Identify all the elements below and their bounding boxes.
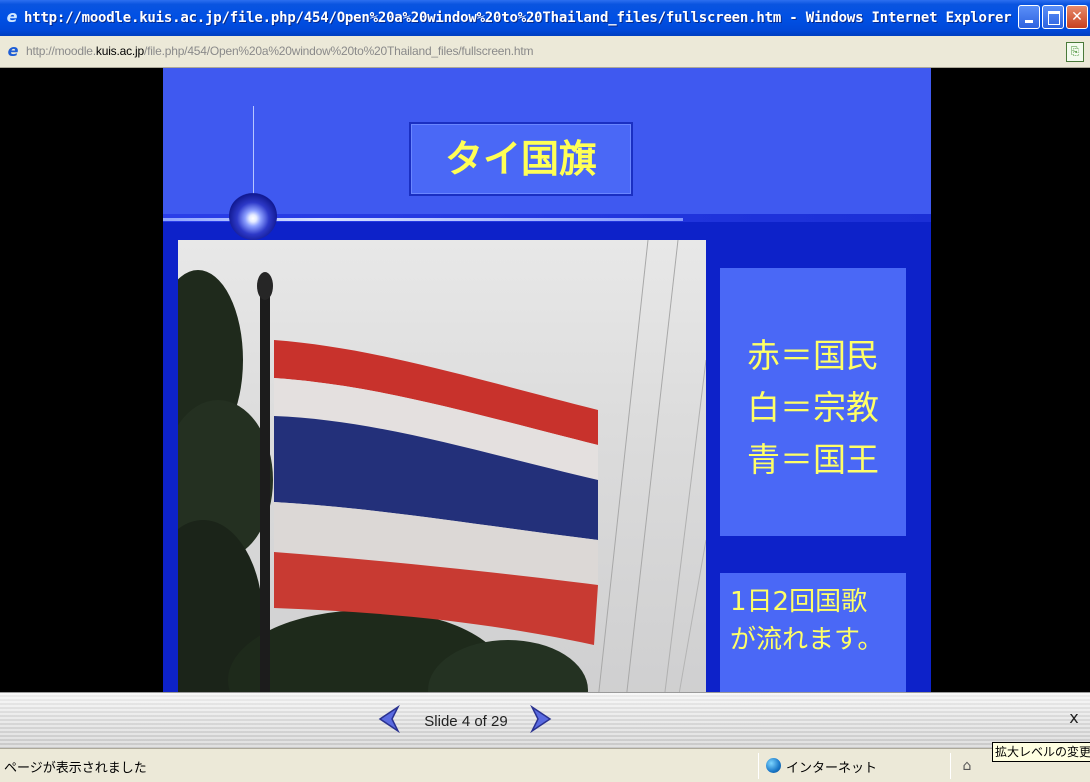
window-title: http://moodle.kuis.ac.jp/file.php/454/Op…	[24, 10, 1012, 26]
decor-glow-orb	[229, 192, 277, 240]
url-path: /file.php/454/Open%20a%20window%20to%20T…	[143, 44, 534, 58]
close-icon: ✕	[1071, 9, 1083, 25]
slide-counter: Slide 4 of 29	[424, 713, 508, 730]
zoom-level-tooltip: 拡大レベルの変更	[992, 742, 1090, 762]
minimize-button[interactable]	[1018, 5, 1040, 29]
flag-meaning-panel: 赤＝国民 白＝宗教 青＝国王	[720, 268, 906, 536]
slide: タイ国旗 赤＝国民 白＝宗教 青＝国王 1日2回国歌 が流れます。	[163, 68, 931, 692]
maximize-icon	[1043, 6, 1063, 28]
page-ie-icon: e	[7, 41, 19, 60]
minimize-icon	[1019, 6, 1039, 28]
anthem-line-1: 1日2回国歌	[730, 587, 868, 617]
slide-stage: タイ国旗 赤＝国民 白＝宗教 青＝国王 1日2回国歌 が流れます。	[0, 68, 1090, 692]
address-bar[interactable]: e http://moodle.kuis.ac.jp/file.php/454/…	[0, 36, 1090, 68]
meaning-white: 白＝宗教	[747, 388, 879, 427]
address-url[interactable]: http://moodle.kuis.ac.jp/file.php/454/Op…	[26, 44, 533, 58]
url-domain: kuis.ac.jp	[95, 44, 144, 58]
title-bar[interactable]: e http://moodle.kuis.ac.jp/file.php/454/…	[0, 0, 1090, 36]
close-window-button[interactable]: ✕	[1066, 5, 1088, 29]
status-bar: ページが表示されました インターネット ⌂	[0, 748, 1090, 782]
previous-slide-button[interactable]	[376, 705, 402, 733]
url-prefix: http://moodle.	[26, 44, 96, 58]
status-separator	[950, 753, 951, 779]
meaning-blue: 青＝国王	[747, 440, 879, 479]
close-slideshow-button[interactable]: x	[1058, 701, 1090, 735]
meaning-red: 赤＝国民	[747, 336, 879, 375]
status-separator	[758, 753, 759, 779]
thai-flag-photo	[178, 240, 706, 692]
browser-window: e http://moodle.kuis.ac.jp/file.php/454/…	[0, 0, 1090, 782]
internet-globe-icon	[766, 758, 781, 773]
maximize-button[interactable]	[1042, 5, 1064, 29]
flag-illustration	[178, 240, 706, 692]
slide-title-box: タイ国旗	[409, 122, 633, 196]
security-zone: インターネット	[786, 761, 878, 776]
anthem-line-2: が流れます。	[730, 625, 884, 655]
next-slide-button[interactable]	[528, 705, 554, 733]
ie-logo-icon: e	[6, 7, 18, 26]
compatibility-icon[interactable]: ⎘	[1066, 42, 1084, 62]
status-message: ページが表示されました	[4, 761, 147, 776]
protected-mode-icon[interactable]: ⌂	[958, 757, 976, 775]
slide-navigation-bar: Slide 4 of 29 x	[0, 692, 1090, 748]
slide-title: タイ国旗	[444, 137, 597, 181]
anthem-note-panel: 1日2回国歌 が流れます。	[720, 573, 906, 692]
